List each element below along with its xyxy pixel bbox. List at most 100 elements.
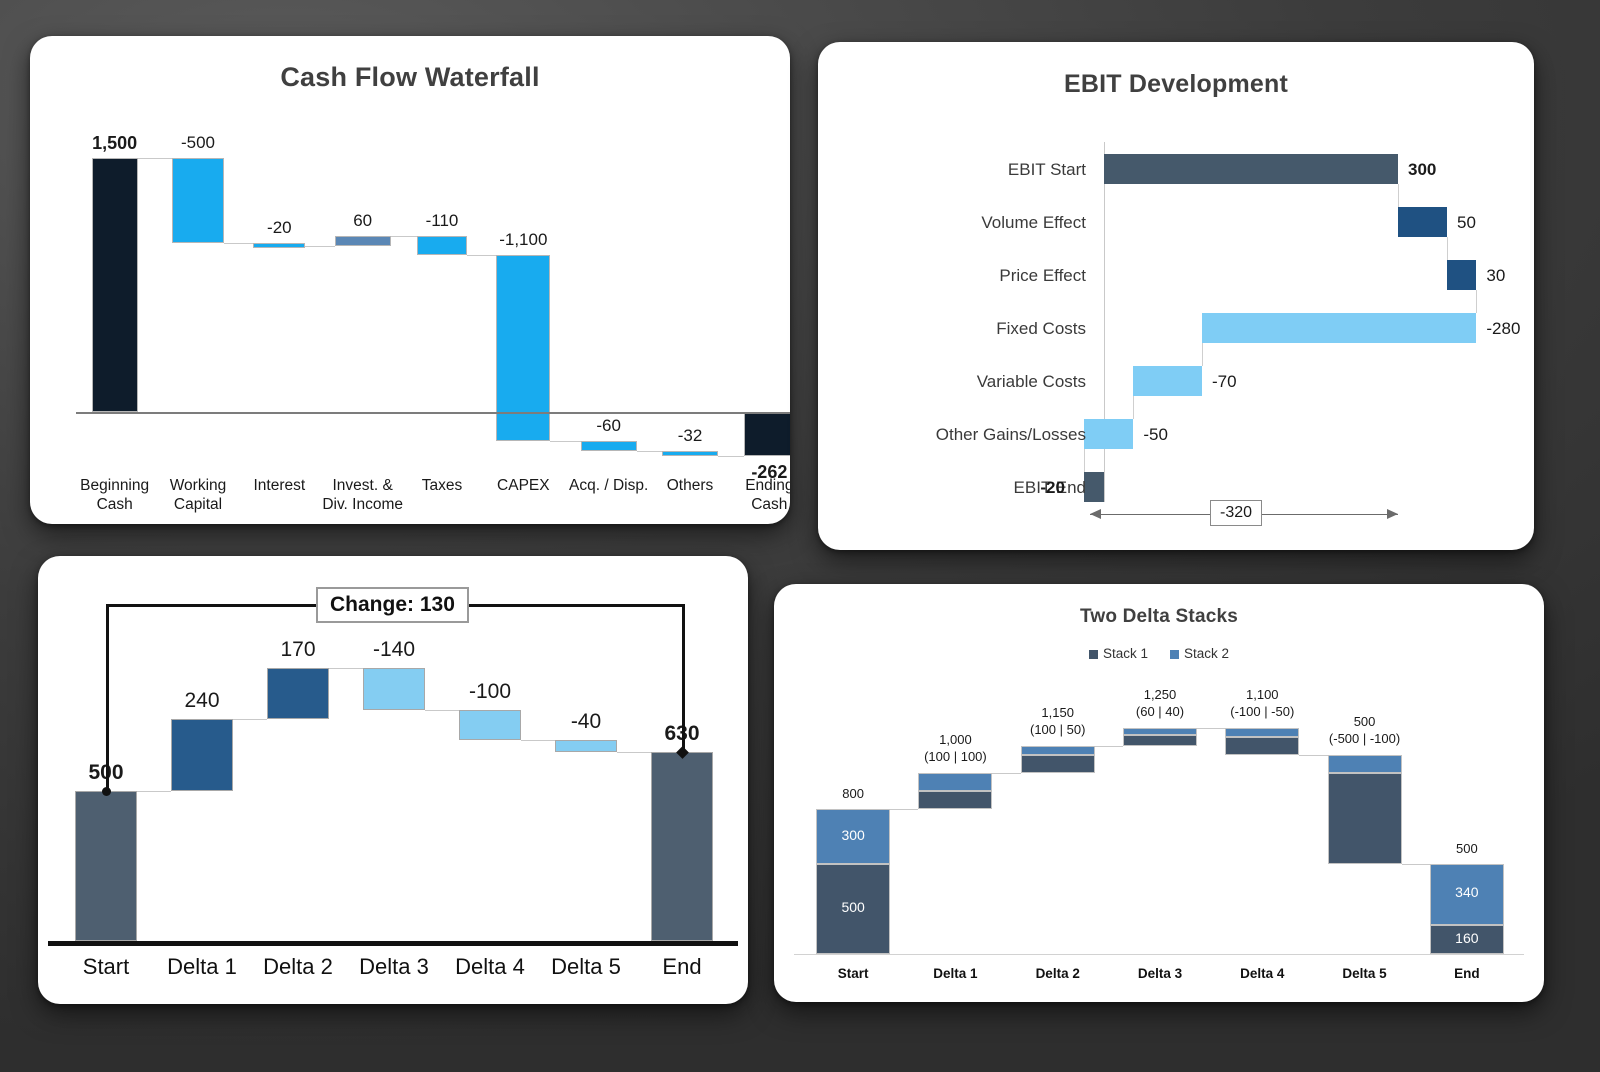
connector-ebit-0 — [1398, 184, 1399, 207]
bar-stack2-2 — [1020, 746, 1095, 756]
connector-change-1 — [233, 719, 267, 720]
category-label-change-3: Delta 3 — [359, 954, 429, 979]
value-label-cash-7: -32 — [677, 425, 703, 445]
bar-change-3 — [363, 668, 425, 710]
bar-cash-7 — [662, 450, 718, 457]
connector-cash-2 — [305, 246, 335, 248]
bar-ebit-2 — [1447, 260, 1477, 290]
value-label-change-3: -140 — [372, 638, 416, 661]
category-label-stack-5: Delta 5 — [1342, 966, 1387, 981]
category-label-stack-1: Delta 1 — [933, 966, 978, 981]
value-label-stack-5: 500 (-500 | -100) — [1328, 714, 1401, 747]
value-label-change-4: -100 — [468, 680, 512, 703]
connector-change-3 — [425, 710, 459, 711]
category-label-change-0: Start — [82, 954, 130, 979]
connector-cash-3 — [390, 235, 417, 237]
chart-change-waterfall: 500Start240Delta 1170Delta 2-140Delta 3-… — [38, 556, 748, 1004]
category-label-ebit-3: Fixed Costs — [996, 319, 1086, 338]
value-label-ebit-5: -50 — [1143, 425, 1168, 444]
connector-stack-4 — [1299, 755, 1328, 757]
stack-baseline — [794, 954, 1524, 955]
bar-ebit-4 — [1133, 366, 1202, 396]
connector-ebit-2 — [1476, 290, 1478, 313]
chart-two-delta-stacks: 300 500 800 Start 1,000 (100 | 100) Delta 1 1,… — [774, 584, 1544, 1002]
bar-ebit-6 — [1084, 472, 1104, 502]
connector-ebit-1 — [1447, 237, 1448, 260]
card-ebit-development: EBIT Development EBIT Start 300 Volume Eff… — [818, 42, 1534, 550]
connector-cash-5 — [550, 440, 581, 442]
change-callout-box: Change: 130 — [316, 587, 469, 623]
bar-change-5 — [555, 740, 617, 752]
bar-cash-3 — [334, 235, 391, 247]
value-label-ebit-6: -20 — [1040, 478, 1065, 497]
card-two-delta-stacks: Two Delta Stacks Stack 1 Stack 2 300 500 80… — [774, 584, 1544, 1002]
category-label-change-5: Delta 5 — [551, 954, 621, 979]
bracket-right-leg — [682, 604, 685, 752]
category-label-ebit-5: Other Gains/Losses — [935, 425, 1086, 444]
connector-ebit-5 — [1084, 449, 1086, 472]
bar-ebit-5 — [1084, 419, 1134, 449]
bracket-left-leg — [106, 604, 109, 791]
bar-cash-6 — [580, 440, 637, 451]
category-label-ebit-0: EBIT Start — [1007, 160, 1086, 179]
connector-stack-1 — [992, 773, 1021, 775]
category-label-ebit-1: Volume Effect — [981, 213, 1086, 232]
value-label-stack-0: 800 — [842, 786, 864, 802]
chart-cash-flow-waterfall: 1,500 Beginning Cash -500 Working Capital -2… — [30, 36, 790, 524]
bar-stack1-2 — [1020, 755, 1095, 774]
bar-cash-1 — [172, 158, 224, 243]
annotation-value-box: -320 — [1210, 500, 1263, 526]
bar-change-6 — [651, 752, 713, 941]
bar-change-1 — [171, 719, 233, 791]
change-baseline — [48, 941, 738, 946]
category-label-change-1: Delta 1 — [167, 954, 237, 979]
cash-flow-zero-axis — [76, 412, 790, 414]
category-label-ebit-2: Price Effect — [999, 266, 1086, 285]
connector-cash-6 — [636, 450, 662, 452]
connector-change-5 — [617, 752, 651, 753]
annotation-arrow-left-head — [1090, 509, 1101, 519]
connector-cash-4 — [467, 254, 497, 256]
connector-stack-2 — [1094, 746, 1123, 748]
category-label-stack-6: End — [1454, 966, 1480, 981]
card-cash-flow-waterfall: Cash Flow Waterfall 1,500 Beginning Cash -… — [30, 36, 790, 524]
connector-change-0 — [137, 791, 171, 792]
inner-label-stack2-6: 340 — [1455, 884, 1479, 901]
bar-cash-8 — [744, 412, 790, 457]
bar-change-2 — [267, 668, 329, 719]
card-change-waterfall: 500Start240Delta 1170Delta 2-140Delta 3-… — [38, 556, 748, 1004]
connector-change-2 — [329, 668, 363, 669]
category-label-cash-8: Ending Cash — [745, 477, 790, 513]
category-label-stack-0: Start — [837, 966, 869, 981]
value-label-stack-6: 500 — [1455, 840, 1478, 856]
connector-ebit-4 — [1133, 396, 1135, 419]
category-label-change-6: End — [662, 954, 702, 979]
connector-change-4 — [521, 740, 555, 741]
inner-label-stack1-6: 160 — [1455, 929, 1479, 946]
bar-stack1-1 — [918, 791, 993, 810]
bar-stack2-5 — [1327, 755, 1402, 774]
bar-cash-4 — [417, 235, 467, 255]
value-label-cash-1: -500 — [180, 133, 216, 152]
bar-cash-0 — [91, 158, 138, 412]
connector-ebit-3 — [1202, 343, 1203, 366]
connector-stack-3 — [1197, 728, 1226, 730]
bar-ebit-0 — [1104, 154, 1398, 184]
value-label-ebit-0: 300 — [1408, 160, 1437, 179]
category-label-stack-3: Delta 3 — [1137, 966, 1183, 981]
bar-stack1-3 — [1123, 735, 1197, 747]
bar-stack2-1 — [918, 773, 993, 792]
category-label-ebit-4: Variable Costs — [976, 372, 1086, 391]
bar-change-0 — [75, 791, 137, 941]
category-label-change-2: Delta 2 — [263, 954, 333, 979]
value-label-cash-4: -110 — [425, 210, 459, 230]
value-label-ebit-1: 50 — [1457, 213, 1476, 232]
bar-stack2-3 — [1123, 728, 1197, 736]
inner-label-stack1-0: 500 — [841, 898, 865, 915]
annotation-arrow-right-head — [1387, 509, 1398, 519]
chart-ebit-development: EBIT Start 300 Volume Effect 50 Price Effect… — [818, 42, 1534, 550]
value-label-change-1: 240 — [184, 689, 220, 712]
bar-ebit-1 — [1398, 207, 1447, 237]
inner-label-stack2-0: 300 — [841, 826, 865, 843]
bar-change-4 — [459, 710, 521, 740]
